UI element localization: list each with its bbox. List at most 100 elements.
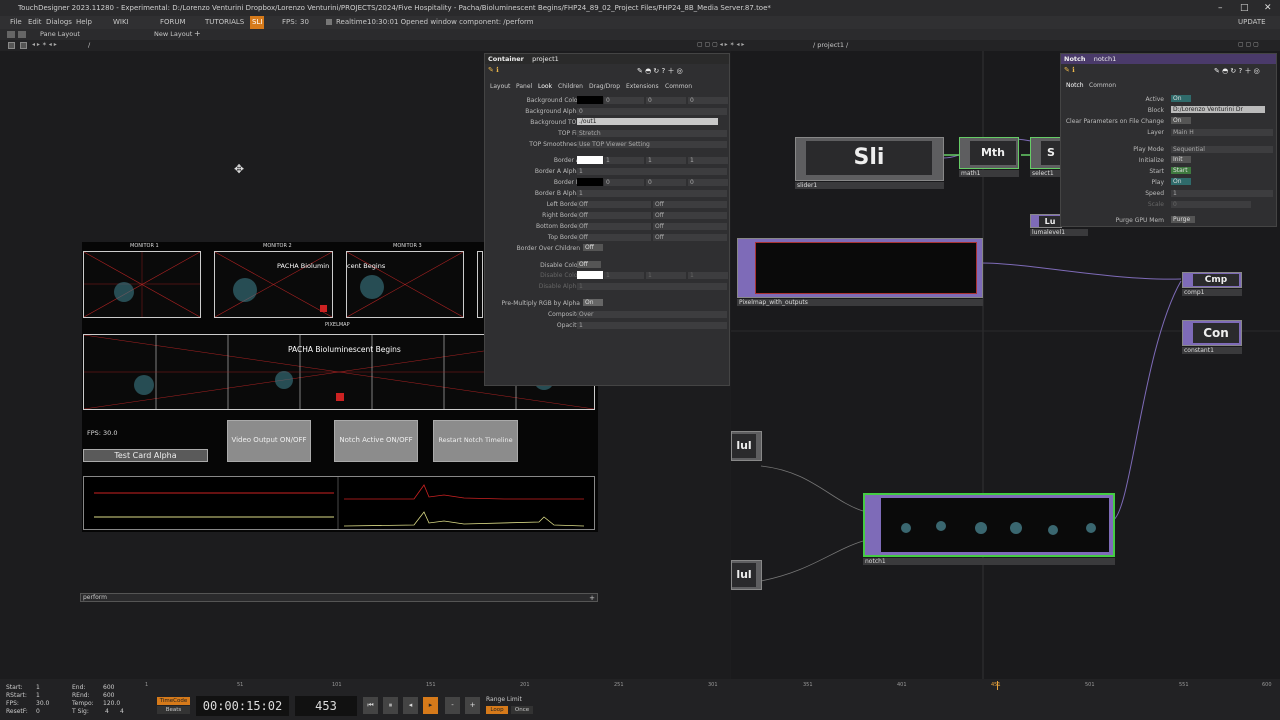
border-a-b[interactable]: 1	[688, 157, 728, 164]
background-color-r[interactable]: 0	[604, 97, 644, 104]
select-node-label[interactable]: select1	[1030, 170, 1062, 177]
sli-badge[interactable]: SLI	[250, 16, 265, 29]
rend-value[interactable]: 600	[103, 692, 114, 699]
start-value[interactable]: 1	[36, 684, 40, 691]
menu-help[interactable]: Help	[76, 16, 92, 29]
update-button[interactable]: UPDATE	[1238, 16, 1266, 29]
pixelmap-node[interactable]	[737, 238, 983, 298]
timecode-mode-button[interactable]: TimeCode	[157, 697, 190, 705]
perform-add-icon[interactable]: +	[589, 594, 595, 602]
pane-layout-label[interactable]: Pane Layout	[40, 30, 80, 38]
panel-tool-icons[interactable]: ✎ ◓ ↻ ? ＋ ◎	[637, 66, 683, 76]
tab-drag-drop[interactable]: Drag/Drop	[589, 83, 620, 90]
playhead[interactable]	[997, 681, 998, 690]
notch-block-field[interactable]: D:/Lorenzo Venturini Dr	[1171, 106, 1265, 113]
multiply-node-1[interactable]: lul	[731, 431, 762, 461]
wiki-link[interactable]: WIKI	[113, 16, 129, 29]
disable-alpha-field[interactable]: 1	[577, 283, 727, 290]
test-card-alpha-slider[interactable]: Test Card Alpha	[83, 449, 208, 462]
bottom-border-a-dropdown[interactable]: Off	[577, 223, 651, 230]
disable-color-b[interactable]: 1	[688, 272, 728, 279]
new-layout-label[interactable]: New Layout	[154, 30, 192, 38]
realtime-checkbox[interactable]	[326, 19, 332, 25]
multiply-node-2[interactable]: lul	[731, 560, 762, 590]
background-top-field[interactable]: ./out1	[577, 118, 718, 125]
select-node[interactable]: S	[1030, 137, 1062, 169]
tsig-b[interactable]: 4	[120, 708, 124, 715]
constant-node-label[interactable]: constant1	[1182, 347, 1242, 354]
border-b-swatch[interactable]	[577, 178, 603, 186]
once-button[interactable]: Once	[511, 706, 533, 714]
play-button[interactable]: ▸	[423, 697, 438, 714]
comp-node-label[interactable]: comp1	[1182, 289, 1242, 296]
background-color-b[interactable]: 0	[688, 97, 728, 104]
right-border-a-dropdown[interactable]: Off	[577, 212, 651, 219]
rewind-button[interactable]: ⏮	[363, 697, 378, 714]
border-b-g[interactable]: 0	[646, 179, 686, 186]
border-a-swatch[interactable]	[577, 156, 603, 164]
bottom-border-b-dropdown[interactable]: Off	[653, 223, 727, 230]
opacity-field[interactable]: 1	[577, 322, 727, 329]
notch-tab-common[interactable]: Common	[1089, 82, 1116, 89]
loop-button[interactable]: Loop	[486, 706, 508, 714]
math-node-label[interactable]: math1	[959, 170, 1019, 177]
notch-node-label[interactable]: notch1	[863, 558, 1115, 565]
lumalevel-node[interactable]: Lu	[1030, 214, 1062, 228]
pane-split-icon[interactable]	[20, 42, 27, 49]
notch-active-toggle-param[interactable]: On	[1171, 95, 1191, 102]
pane-icon-1[interactable]	[7, 31, 15, 38]
beats-mode-button[interactable]: Beats	[157, 706, 190, 714]
step-plus-button[interactable]: +	[465, 697, 480, 714]
pixelmap-node-label[interactable]: Pixelmap_with_outputs	[737, 299, 983, 306]
notch-play-toggle[interactable]: On	[1171, 178, 1191, 185]
timecode-display[interactable]: 00:00:15:02	[196, 696, 289, 716]
notch-purge-button[interactable]: Purge	[1171, 216, 1195, 223]
notch-start-button[interactable]: Start	[1171, 167, 1191, 174]
right-pane-window-icons[interactable]: ▢ ▢ ▢	[1238, 41, 1259, 48]
composite-dropdown[interactable]: Over	[577, 311, 727, 318]
fps-value-tl[interactable]: 30.0	[36, 700, 49, 707]
math-node[interactable]: Mth	[959, 137, 1019, 169]
video-output-toggle[interactable]: Video Output ON/OFF	[227, 420, 311, 462]
tab-common[interactable]: Common	[665, 83, 692, 90]
step-minus-button[interactable]: -	[445, 697, 460, 714]
top-border-b-dropdown[interactable]: Off	[653, 234, 727, 241]
menu-dialogs[interactable]: Dialogs	[46, 16, 72, 29]
left-border-a-dropdown[interactable]: Off	[577, 201, 651, 208]
pause-button[interactable]: ⏸	[383, 697, 398, 714]
premultiply-toggle[interactable]: On	[583, 299, 603, 306]
restart-notch-button[interactable]: Restart Notch Timeline	[433, 420, 518, 462]
tab-children[interactable]: Children	[558, 83, 583, 90]
border-a-alpha-field[interactable]: 1	[577, 168, 727, 175]
close-button[interactable]: ✕	[1264, 0, 1272, 16]
background-alpha-field[interactable]: 0	[577, 108, 727, 115]
add-layout-icon[interactable]: +	[194, 29, 201, 38]
end-value[interactable]: 600	[103, 684, 114, 691]
disable-color-g[interactable]: 1	[646, 272, 686, 279]
disable-color-swatch[interactable]	[577, 271, 603, 279]
border-b-b[interactable]: 0	[688, 179, 728, 186]
menu-edit[interactable]: Edit	[28, 16, 42, 29]
forum-link[interactable]: FORUM	[160, 16, 186, 29]
tempo-value[interactable]: 120.0	[103, 700, 120, 707]
step-back-button[interactable]: ◂	[403, 697, 418, 714]
tab-extensions[interactable]: Extensions	[626, 83, 659, 90]
left-border-b-dropdown[interactable]: Off	[653, 201, 727, 208]
pane-menu-icon[interactable]	[8, 42, 15, 49]
tab-layout[interactable]: Layout	[490, 83, 510, 90]
border-b-alpha-field[interactable]: 1	[577, 190, 727, 197]
top-border-a-dropdown[interactable]: Off	[577, 234, 651, 241]
constant-node[interactable]: Con	[1182, 320, 1242, 346]
background-color-swatch[interactable]	[577, 96, 603, 104]
notch-layer-dropdown[interactable]: Main H	[1171, 129, 1273, 136]
border-over-children-toggle[interactable]: Off	[583, 244, 603, 251]
notch-play-mode-dropdown[interactable]: Sequential	[1171, 146, 1273, 153]
tutorials-link[interactable]: TUTORIALS	[205, 16, 244, 29]
left-pane-path[interactable]: /	[88, 41, 90, 49]
notch-panel-name[interactable]: notch1	[1094, 55, 1116, 63]
pane-nav-icons[interactable]: ◂ ▸ ✶ ◂ ▸	[32, 41, 57, 48]
notch-init-button[interactable]: Init	[1171, 156, 1191, 163]
minimize-button[interactable]: –	[1218, 0, 1223, 16]
background-color-g[interactable]: 0	[646, 97, 686, 104]
slider-node[interactable]: Sli	[795, 137, 944, 181]
